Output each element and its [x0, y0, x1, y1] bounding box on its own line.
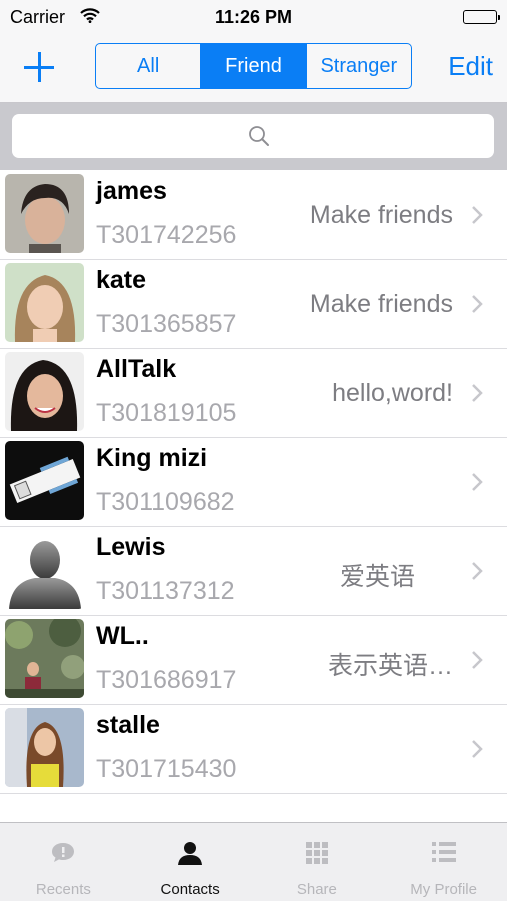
contact-id: T301137312 — [96, 577, 235, 605]
avatar — [5, 619, 84, 698]
tab-contacts[interactable]: Contacts — [127, 823, 254, 901]
avatar — [5, 174, 84, 253]
contact-row[interactable]: kate T301365857 Make friends — [0, 260, 507, 349]
add-icon[interactable] — [24, 52, 54, 82]
contact-status: Make friends — [309, 201, 453, 229]
search-input[interactable] — [12, 114, 494, 158]
contact-name: james — [96, 177, 167, 205]
contact-id: T301819105 — [96, 399, 237, 427]
contact-name: kate — [96, 266, 147, 294]
avatar — [5, 708, 84, 787]
clock: 11:26 PM — [214, 7, 293, 27]
tab-label: My Profile — [410, 881, 477, 898]
tab-label: Share — [296, 881, 337, 898]
contact-row[interactable]: AllTalk T301819105 hello,word! — [0, 349, 507, 438]
avatar — [5, 352, 84, 431]
contact-name: stalle — [96, 711, 160, 739]
chevron-right-icon — [471, 650, 483, 675]
segmented-control: All Friend Stranger — [95, 43, 412, 89]
contact-status: hello,word! — [332, 379, 453, 407]
contact-row[interactable]: james T301742256 Make friends — [0, 171, 507, 260]
segment-stranger[interactable]: Stranger — [307, 44, 411, 88]
chevron-right-icon — [471, 205, 483, 230]
contact-id: T301109682 — [96, 488, 235, 516]
chevron-right-icon — [471, 561, 483, 586]
avatar — [5, 441, 84, 520]
contact-row[interactable]: WL.. T301686917 表示英语… — [0, 616, 507, 705]
contact-name: AllTalk — [96, 355, 177, 383]
tab-recents[interactable]: Recents — [0, 823, 127, 901]
list-icon — [431, 841, 456, 868]
contact-name: WL.. — [96, 622, 149, 650]
contact-name: King mizi — [96, 444, 208, 472]
nav-bar: All Friend Stranger Edit — [0, 34, 507, 103]
contact-name: Lewis — [96, 533, 166, 561]
search-bar — [0, 103, 507, 170]
chevron-right-icon — [471, 472, 483, 497]
contact-id: T301365857 — [96, 310, 237, 338]
tab-share[interactable]: Share — [254, 823, 381, 901]
avatar — [5, 263, 84, 342]
contact-status: 爱英语 — [339, 563, 415, 591]
contact-row[interactable]: King mizi T301109682 — [0, 438, 507, 527]
contact-row[interactable]: stalle T301715430 — [0, 705, 507, 794]
contact-id: T301715430 — [96, 755, 237, 783]
chevron-right-icon — [471, 383, 483, 408]
tab-label: Contacts — [160, 881, 220, 898]
status-bar: Carrier 11:26 PM — [0, 0, 507, 34]
contact-status: Make friends — [309, 290, 453, 318]
contact-id: T301686917 — [96, 666, 237, 694]
edit-button[interactable]: Edit — [448, 51, 493, 82]
grid-icon — [305, 841, 329, 870]
segment-all[interactable]: All — [96, 44, 202, 88]
contact-status: 表示英语… — [327, 652, 453, 680]
search-icon — [248, 125, 270, 152]
contact-id: T301742256 — [96, 221, 237, 249]
contact-row[interactable]: Lewis T301137312 爱英语 — [0, 527, 507, 616]
segment-friend[interactable]: Friend — [201, 44, 307, 88]
chevron-right-icon — [471, 739, 483, 764]
chevron-right-icon — [471, 294, 483, 319]
chat-bubble-icon — [50, 841, 76, 870]
tab-my-profile[interactable]: My Profile — [380, 823, 507, 901]
contact-list: james T301742256 Make friends kate T3013… — [0, 171, 507, 794]
person-icon — [177, 841, 203, 870]
tab-label: Recents — [35, 881, 91, 898]
default-avatar-icon — [5, 530, 84, 609]
battery-icon — [463, 10, 500, 24]
tab-bar: Recents Contacts Share My Profile — [0, 822, 507, 901]
